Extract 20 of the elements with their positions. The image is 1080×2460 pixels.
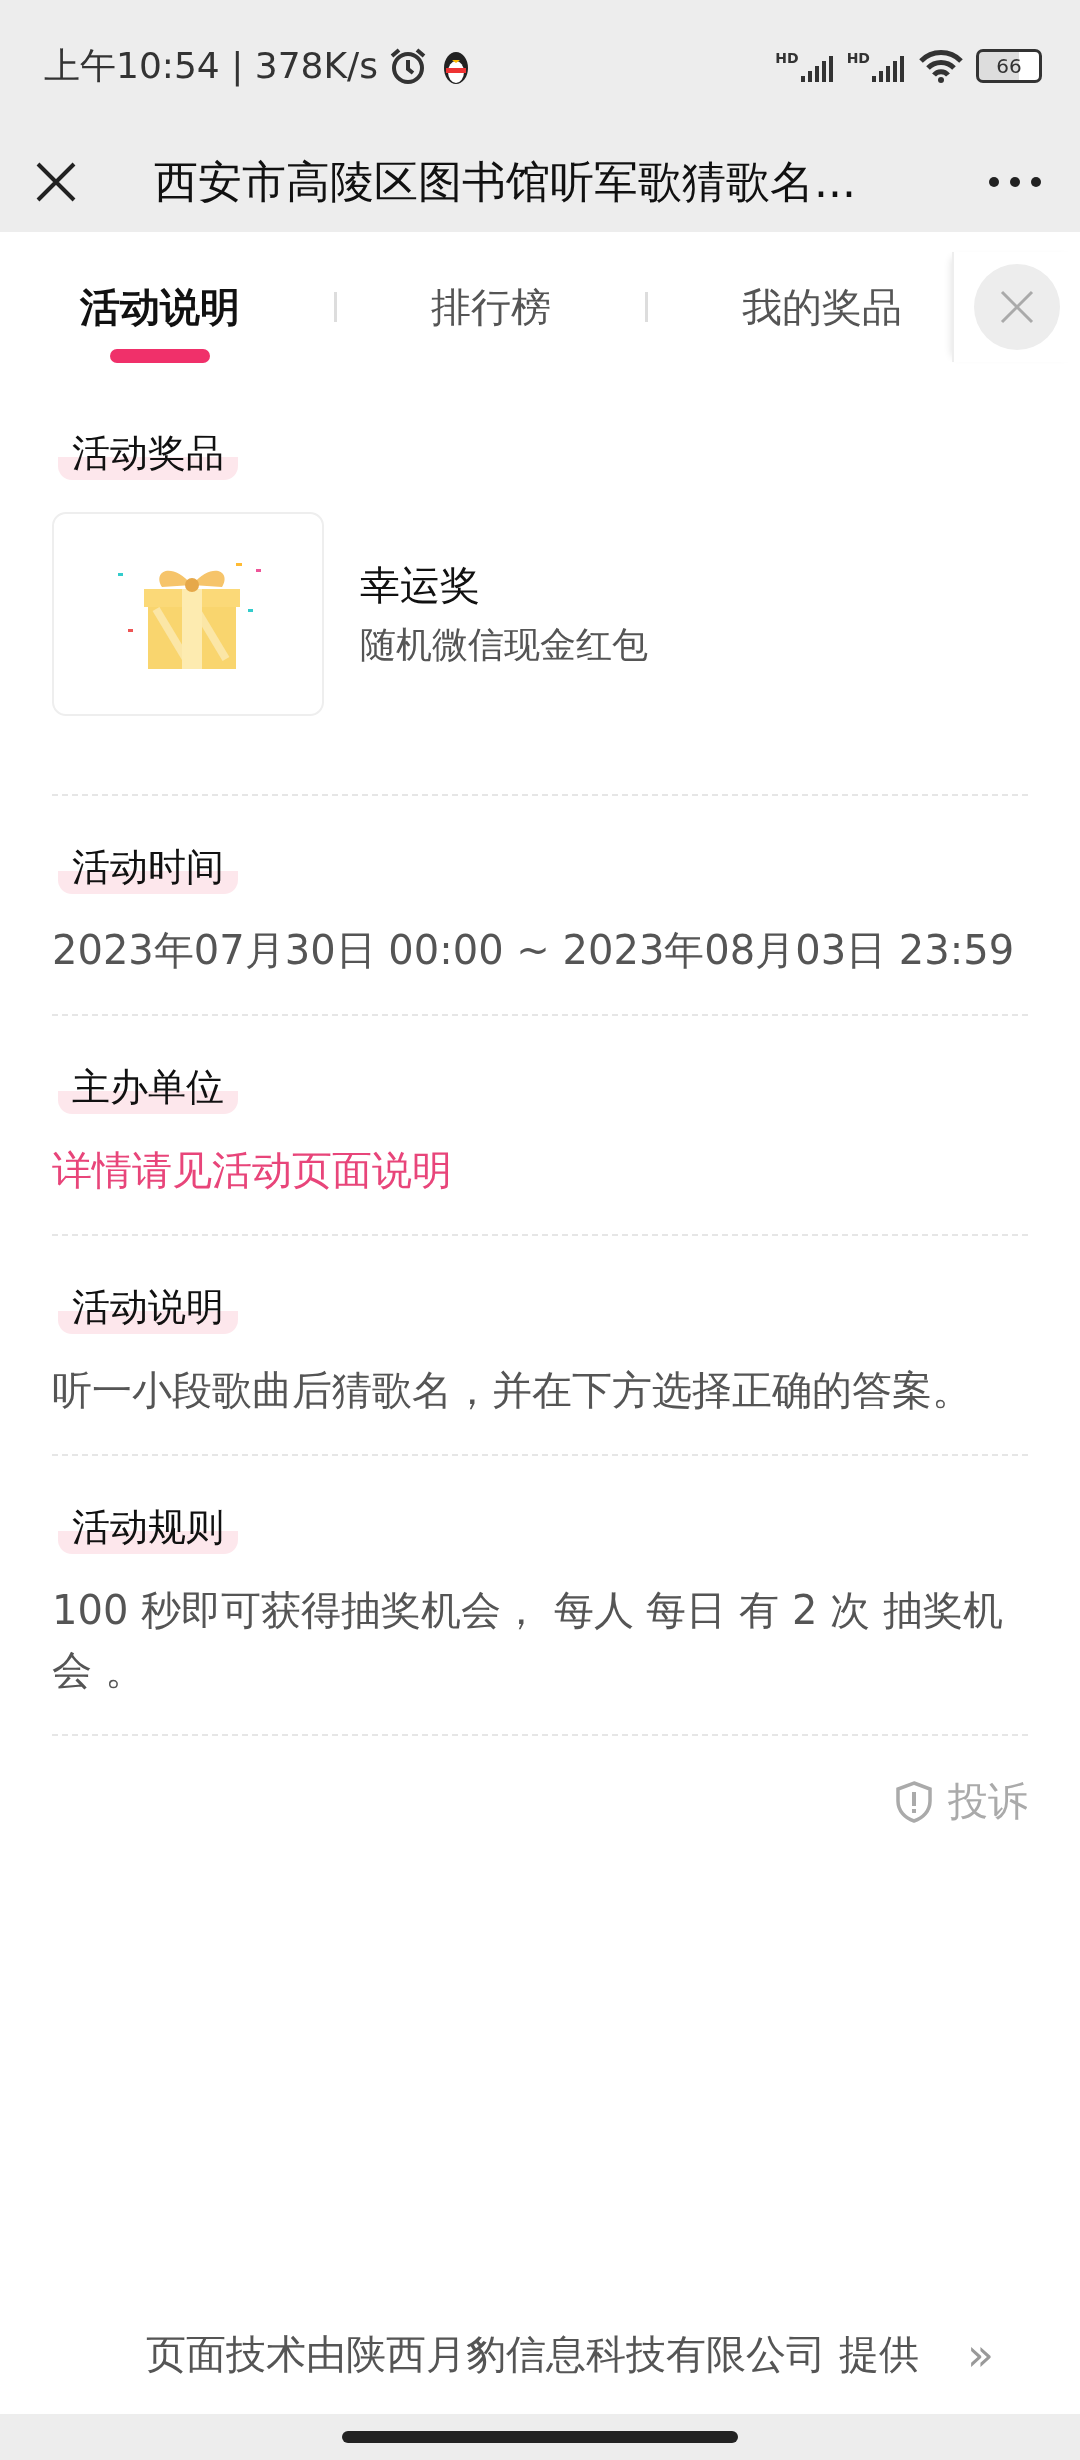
battery-indicator: 66 [976, 49, 1042, 83]
more-icon [988, 176, 1042, 188]
section-text: 2023年07月30日 00:00 ~ 2023年08月03日 23:59 [52, 926, 1016, 975]
close-icon [999, 289, 1035, 325]
close-icon [34, 160, 78, 204]
tab[interactable]: 排行榜 [425, 269, 557, 345]
wifi-icon [918, 49, 964, 83]
page-title: 西安市高陵区图书馆听军歌猜歌名... [154, 154, 857, 209]
prize-name: 幸运奖 [360, 561, 481, 610]
tab[interactable]: 我的奖品 [736, 269, 908, 345]
network-label: HD [846, 50, 870, 66]
section-text: 100 秒即可获得抽奖机会， 每人 每日 有 2 次 抽奖机会 。 [52, 1586, 1004, 1695]
shield-icon [894, 1779, 934, 1824]
provider-credit: 页面技术由陕西月豹信息科技有限公司 提供 [146, 2329, 919, 2379]
network-label: HD [775, 50, 799, 66]
prize-description: 随机微信现金红包 [360, 623, 648, 667]
tab[interactable]: 活动说明 [74, 269, 246, 373]
status-time: 上午10:54 | 378K/s [44, 43, 378, 89]
section-text: 听一小段歌曲后猜歌名，并在下方选择正确的答案。 [52, 1366, 973, 1415]
details-link[interactable]: 详情请见活动页面说明 [52, 1140, 452, 1200]
